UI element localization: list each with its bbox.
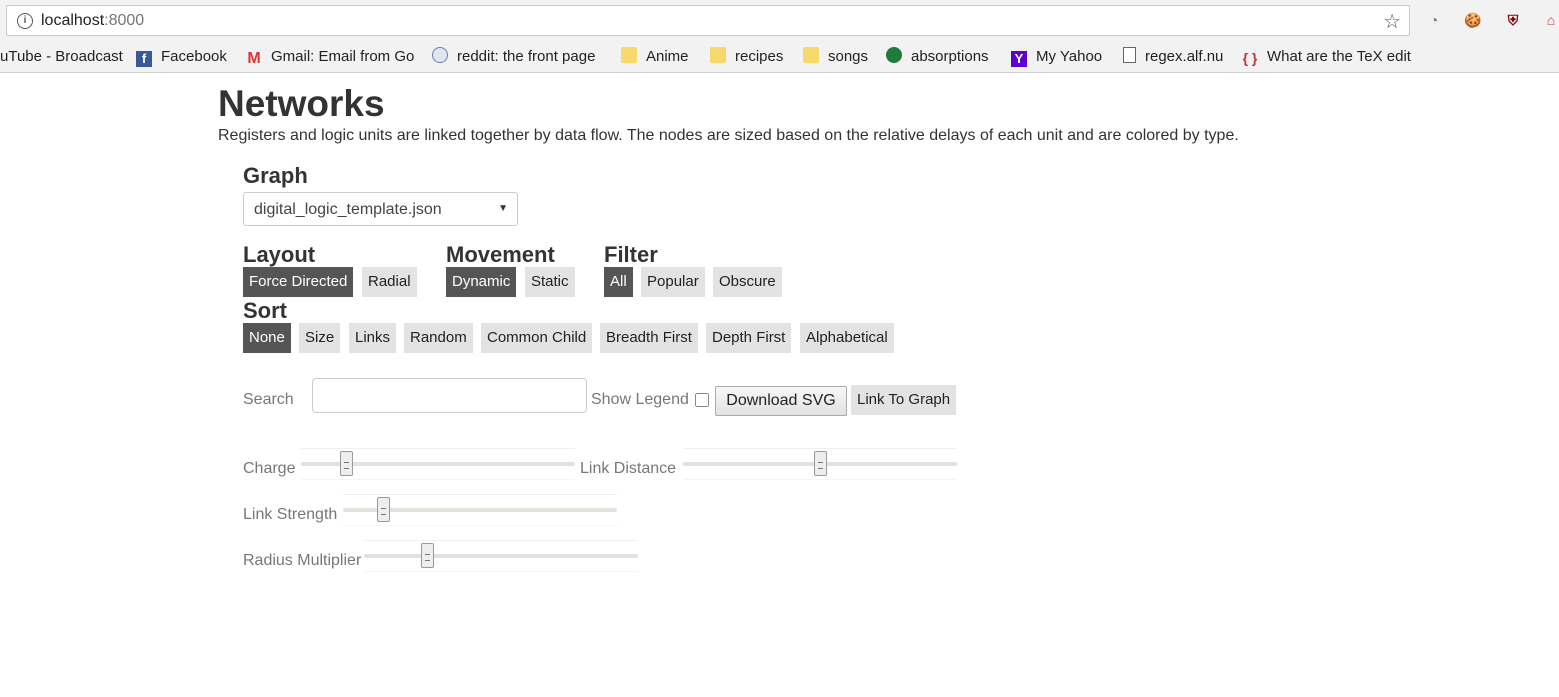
sort-depth-first-button[interactable]: Depth First [706,323,792,353]
sort-alphabetical-button[interactable]: Alphabetical [800,323,894,353]
graph-select[interactable]: digital_logic_template.json ▼ [243,192,518,226]
layout-label: Layout [243,242,316,267]
layout-force-directed-button[interactable]: Force Directed [243,267,354,297]
page-title: Networks [218,83,385,124]
filter-popular-button[interactable]: Popular [641,267,705,297]
bookmark-absorptions[interactable]: absorptions [886,46,989,68]
facebook-icon: f [136,51,152,67]
gmail-icon: M [247,50,261,67]
charge-slider[interactable] [301,448,575,480]
link-distance-slider[interactable] [683,448,957,480]
search-input[interactable] [312,378,587,413]
folder-icon [803,47,819,63]
graph-label: Graph [243,163,308,188]
movement-label: Movement [446,242,555,267]
cookie-extension-icon[interactable]: 🍪 [1463,10,1483,30]
ublock-shield-icon[interactable]: ⛨ [1503,10,1523,30]
bookmarks-bar: uTube - Broadcast f Facebook M Gmail: Emai… [0,42,1559,73]
braces-icon: { } [1242,50,1258,66]
folder-icon [621,47,637,63]
bookmark-songs[interactable]: songs [803,46,868,68]
sort-common-child-button[interactable]: Common Child [481,323,593,353]
filter-obscure-button[interactable]: Obscure [713,267,782,297]
movement-dynamic-button[interactable]: Dynamic [446,267,517,297]
sort-label: Sort [243,298,287,323]
bookmark-recipes[interactable]: recipes [710,46,783,68]
link-strength-label: Link Strength [243,506,338,523]
sort-random-button[interactable]: Random [404,323,473,353]
bookmark-reddit[interactable]: reddit: the front page [432,46,595,68]
bookmark-gmail[interactable]: M Gmail: Email from Go [246,46,414,68]
reddit-icon [432,47,448,63]
page-description: Registers and logic units are linked tog… [218,127,1239,144]
folder-icon [710,47,726,63]
charge-slider-handle[interactable] [340,451,353,476]
bookmark-regex[interactable]: regex.alf.nu [1123,46,1223,68]
charge-label: Charge [243,460,296,477]
bookmark-facebook[interactable]: f Facebook [136,46,227,68]
bookmark-anime[interactable]: Anime [621,46,689,68]
link-to-graph-button[interactable]: Link To Graph [851,385,957,415]
bookmark-tex[interactable]: { } What are the TeX edit [1242,46,1411,68]
filter-all-button[interactable]: All [604,267,633,297]
link-distance-label: Link Distance [580,460,677,477]
address-bar[interactable]: i localhost:8000 ☆ [6,5,1410,36]
layout-radial-button[interactable]: Radial [362,267,417,297]
bookmark-youtube[interactable]: uTube - Broadcast [0,46,123,68]
show-legend-label: Show Legend [591,391,689,408]
page-icon [1123,47,1136,63]
search-extension-icon[interactable]: ◔ [1424,10,1444,30]
extension-icon[interactable]: ⌂ [1541,10,1559,30]
absorptions-icon [886,47,902,63]
radius-multiplier-label: Radius Multiplier [243,552,362,569]
bookmark-my-yahoo[interactable]: Y My Yahoo [1011,46,1102,68]
browser-toolbar: i localhost:8000 ☆ ◔ 🍪 ⛨ ⌂ [0,0,1559,42]
download-svg-button[interactable]: Download SVG [715,386,847,416]
movement-static-button[interactable]: Static [525,267,575,297]
yahoo-icon: Y [1011,51,1027,67]
info-icon[interactable]: i [17,13,33,29]
sort-breadth-first-button[interactable]: Breadth First [600,323,698,353]
filter-label: Filter [604,242,658,267]
sort-none-button[interactable]: None [243,323,291,353]
link-strength-slider[interactable] [343,494,617,526]
dropdown-caret-icon: ▼ [498,203,508,214]
sort-links-button[interactable]: Links [349,323,397,353]
radius-multiplier-slider-handle[interactable] [421,543,434,568]
radius-multiplier-slider[interactable] [364,540,638,572]
sort-size-button[interactable]: Size [299,323,341,353]
bookmark-star-icon[interactable]: ☆ [1383,9,1401,34]
link-strength-slider-handle[interactable] [377,497,390,522]
graph-select-value: digital_logic_template.json [254,201,442,218]
url-text: localhost:8000 [41,12,145,29]
search-label: Search [243,391,294,408]
link-distance-slider-handle[interactable] [814,451,827,476]
show-legend-checkbox[interactable] [695,393,709,407]
